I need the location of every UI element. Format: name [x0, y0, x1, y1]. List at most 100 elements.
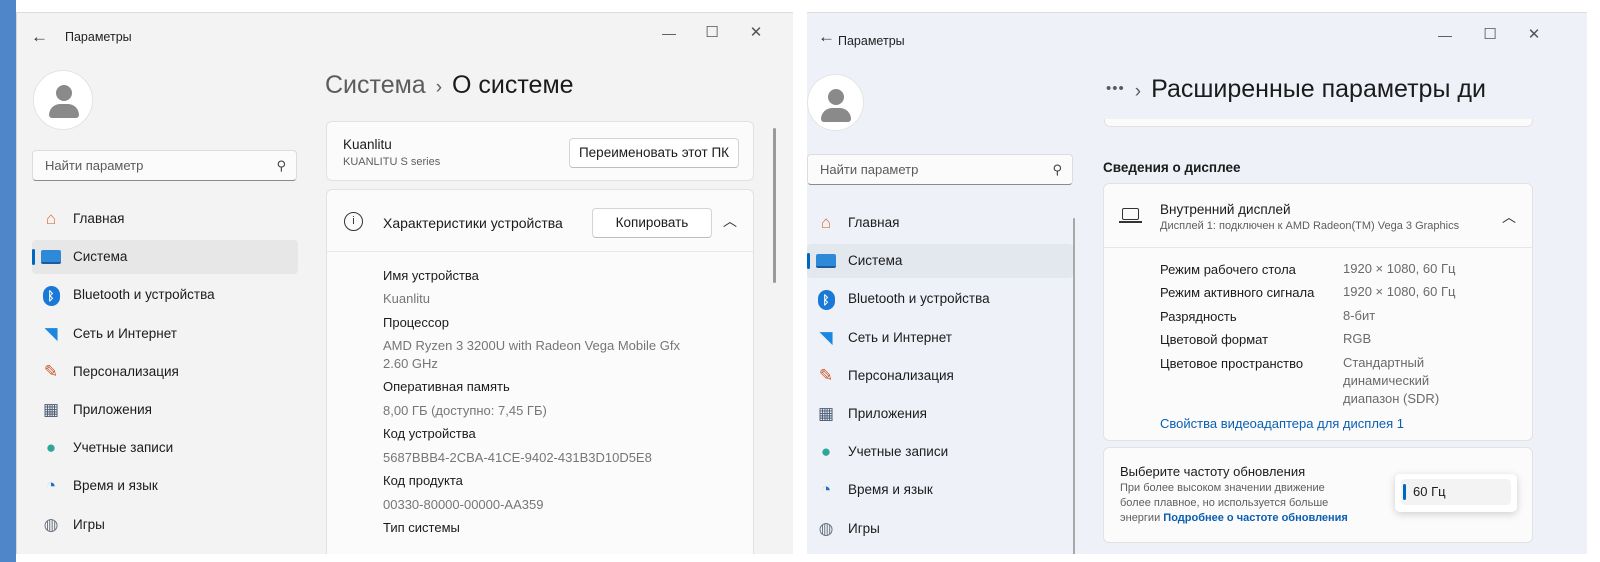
display-title: Внутренний дисплей — [1160, 202, 1291, 217]
device-specs-card: i Характеристики устройства Копировать ︿… — [326, 189, 754, 554]
detail-label: Режим активного сигнала — [1160, 285, 1315, 300]
home-icon: ⌂ — [820, 213, 832, 232]
account-icon: ● — [45, 438, 57, 458]
search-input[interactable]: Найти параметр ⚲ — [807, 154, 1073, 185]
detail-label: Цветовой формат — [1160, 332, 1269, 347]
wifi-icon: ◥ — [44, 323, 58, 343]
title-bar: ← Параметры — ☐ ✕ — [807, 13, 1587, 57]
refresh-rate-dropdown[interactable]: 60 Гц — [1395, 474, 1517, 512]
detail-label: Режим рабочего стола — [1160, 262, 1296, 277]
device-name: Kuanlitu — [343, 137, 392, 152]
clock-globe-icon: ◔ — [45, 476, 57, 496]
sidebar-item-accounts[interactable]: ● Учетные записи — [807, 435, 1073, 469]
sidebar-item-label: Игры — [73, 516, 105, 532]
sidebar-item-home[interactable]: ⌂ Главная — [32, 202, 298, 236]
spec-label: Код устройства — [383, 426, 476, 441]
sidebar-item-home[interactable]: ⌂ Главная — [807, 206, 1073, 240]
display-header[interactable]: Внутренний дисплей Дисплей 1: подключен … — [1104, 184, 1532, 248]
previous-card-edge — [1104, 119, 1533, 127]
sidebar-item-bluetooth[interactable]: ᛒ Bluetooth и устройства — [32, 278, 298, 312]
sidebar-item-system[interactable]: Система — [32, 240, 298, 275]
sidebar-item-accounts[interactable]: ● Учетные записи — [32, 431, 298, 465]
sidebar-item-label: Персонализация — [848, 367, 954, 383]
device-name-card: Kuanlitu KUANLITU S series Переименовать… — [326, 121, 754, 181]
close-button[interactable]: ✕ — [1512, 23, 1556, 47]
sidebar-item-bluetooth[interactable]: ᛒ Bluetooth и устройства — [807, 282, 1073, 316]
apps-icon: ▦ — [817, 403, 835, 423]
sidebar-item-apps[interactable]: ▦ Приложения — [807, 397, 1073, 431]
page-title: Расширенные параметры ди — [1151, 75, 1486, 103]
search-placeholder: Найти параметр — [820, 162, 919, 177]
chevron-up-icon[interactable]: ︿ — [1502, 207, 1516, 227]
spec-label: Тип системы — [383, 520, 460, 535]
sidebar-item-network[interactable]: ◥ Сеть и Интернет — [32, 317, 298, 351]
sidebar-item-network[interactable]: ◥ Сеть и Интернет — [807, 321, 1073, 355]
detail-value: динамический — [1343, 373, 1430, 388]
back-arrow-icon[interactable]: ← — [31, 27, 51, 47]
sidebar-item-label: Приложения — [848, 405, 927, 421]
gamepad-icon: ◍ — [818, 518, 834, 538]
search-icon: ⚲ — [1052, 162, 1062, 177]
search-placeholder: Найти параметр — [45, 158, 144, 173]
minimize-button[interactable]: — — [647, 21, 691, 45]
rename-pc-button[interactable]: Переименовать этот ПК — [569, 138, 739, 168]
search-icon: ⚲ — [276, 158, 286, 173]
section-title: Сведения о дисплее — [1103, 160, 1241, 175]
breadcrumb-parent[interactable]: Система — [325, 71, 426, 99]
detail-value: диапазон (SDR) — [1343, 391, 1440, 406]
chevron-right-icon: › — [1134, 81, 1142, 102]
spec-value: 2.60 GHz — [383, 356, 438, 371]
sidebar-item-apps[interactable]: ▦ Приложения — [32, 393, 298, 427]
sidebar-item-time-language[interactable]: ◔ Время и язык — [32, 469, 298, 503]
avatar[interactable] — [33, 70, 93, 130]
system-icon — [40, 246, 62, 268]
more-breadcrumbs-icon[interactable]: ••• — [1106, 80, 1125, 97]
spec-label: Процессор — [383, 315, 449, 330]
refresh-rate-more-link[interactable]: Подробнее о частоте обновления — [1163, 512, 1348, 524]
sidebar-item-label: Сеть и Интернет — [73, 325, 177, 341]
sidebar-nav: ⌂ Главная Система ᛒ Bluetooth и устройст… — [32, 202, 298, 546]
scrollbar[interactable] — [773, 128, 776, 283]
adapter-properties-link[interactable]: Свойства видеоадаптера для дисплея 1 — [1160, 416, 1404, 431]
avatar-body-icon — [821, 108, 851, 122]
title-bar: ← Параметры — ☐ ✕ — [17, 13, 793, 57]
sidebar-item-games[interactable]: ◍ Игры — [32, 508, 298, 542]
maximize-button[interactable]: ☐ — [1468, 23, 1512, 47]
close-button[interactable]: ✕ — [734, 21, 778, 45]
copy-button[interactable]: Копировать — [592, 208, 712, 238]
spec-label: Оперативная память — [383, 379, 510, 394]
sidebar-item-personalization[interactable]: ✎ Персонализация — [807, 359, 1073, 393]
specs-header[interactable]: i Характеристики устройства Копировать ︿ — [327, 190, 753, 252]
dropdown-selected-option[interactable]: 60 Гц — [1401, 479, 1511, 505]
sidebar-item-personalization[interactable]: ✎ Персонализация — [32, 355, 298, 389]
display-info-card: Внутренний дисплей Дисплей 1: подключен … — [1103, 183, 1533, 441]
detail-value: RGB — [1343, 331, 1372, 346]
laptop-base — [1119, 221, 1142, 223]
search-input[interactable]: Найти параметр ⚲ — [32, 150, 297, 181]
chevron-up-icon[interactable]: ︿ — [723, 211, 737, 231]
desktop-background — [0, 0, 16, 562]
sidebar-item-label: Учетные записи — [848, 444, 949, 460]
avatar-body-icon — [49, 104, 79, 118]
avatar[interactable] — [807, 74, 864, 131]
gamepad-icon: ◍ — [43, 514, 59, 534]
detail-value: Стандартный — [1343, 355, 1425, 370]
apps-icon: ▦ — [42, 399, 60, 419]
sidebar-item-system[interactable]: Система — [807, 244, 1073, 279]
sidebar-scrollbar[interactable] — [1073, 218, 1075, 554]
sidebar-item-games[interactable]: ◍ Игры — [807, 512, 1073, 546]
sidebar-item-time-language[interactable]: ◔ Время и язык — [807, 473, 1073, 507]
chevron-right-icon: › — [435, 77, 443, 98]
back-arrow-icon[interactable]: ← — [807, 27, 835, 47]
refresh-rate-desc: более плавное, но используется больше — [1120, 497, 1329, 509]
sidebar-item-label: Игры — [848, 520, 880, 536]
spec-label: Код продукта — [383, 473, 463, 488]
minimize-button[interactable]: — — [1423, 23, 1467, 47]
avatar-head-icon — [56, 85, 72, 101]
sidebar-item-label: Время и язык — [848, 482, 933, 498]
maximize-button[interactable]: ☐ — [690, 21, 734, 45]
detail-value: 1920 × 1080, 60 Гц — [1343, 284, 1456, 299]
specs-title: Характеристики устройства — [383, 215, 563, 231]
system-icon — [815, 250, 837, 272]
breadcrumb: ••• › Расширенные параметры ди — [1106, 75, 1486, 104]
